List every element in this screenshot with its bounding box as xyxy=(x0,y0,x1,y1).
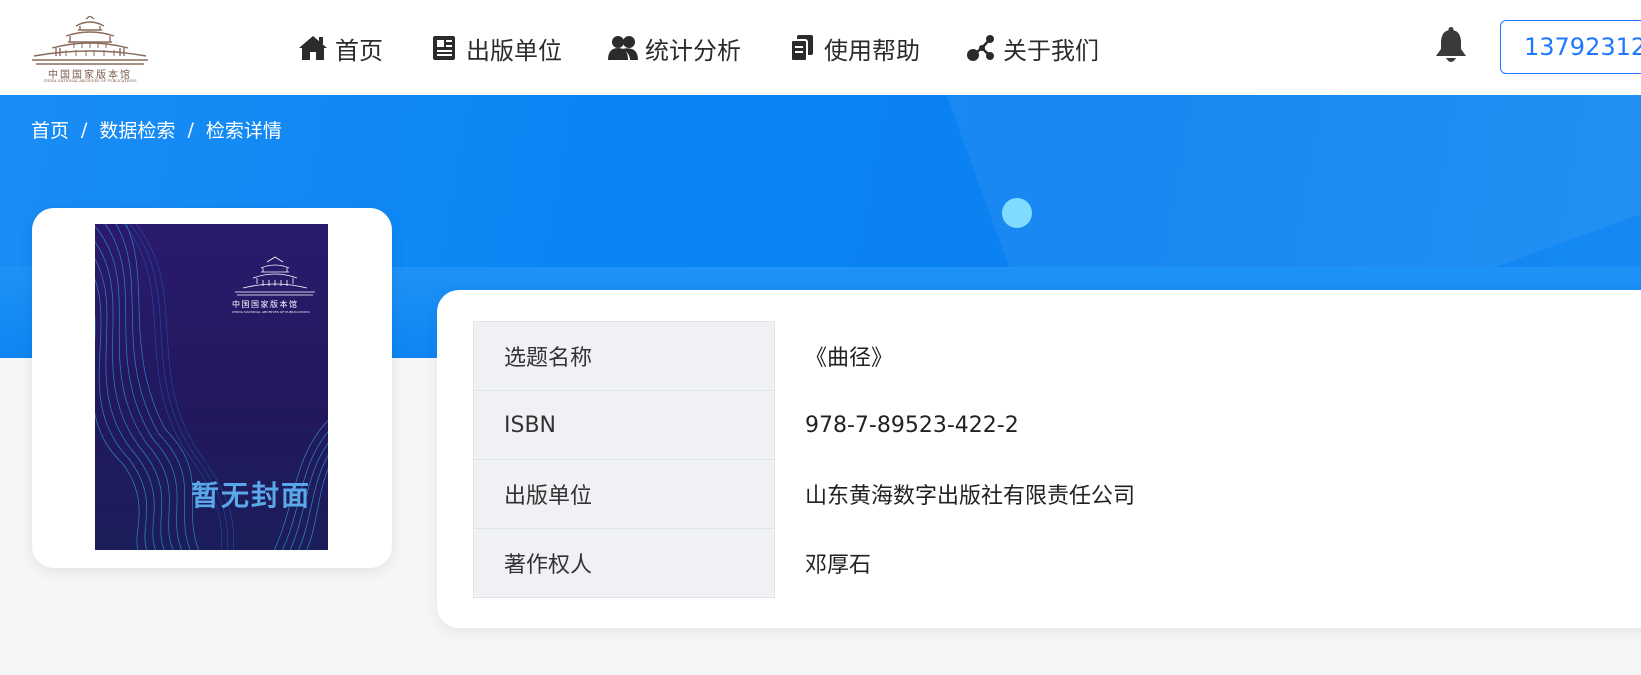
cover-card: 中国国家版本馆 CHINA NATIONAL ARCHIVES OF PUBLI… xyxy=(32,208,392,568)
field-value: 山东黄海数字出版社有限责任公司 xyxy=(805,484,1136,509)
nav-item-label: 统计分析 xyxy=(645,36,741,65)
users-icon xyxy=(608,33,638,63)
breadcrumb-separator: / xyxy=(81,118,88,141)
site-logo[interactable]: 中国国家版本馆 CHINA NATIONAL ARCHIVES OF PUBLI… xyxy=(30,16,150,86)
field-label: 出版单位 xyxy=(473,459,775,529)
banner-dot xyxy=(1002,198,1032,228)
field-value: 978-7-89523-422-2 xyxy=(805,412,1019,438)
field-value: 邓厚石 xyxy=(805,553,872,578)
cover-logo-text-cn: 中国国家版本馆 xyxy=(232,300,299,309)
breadcrumb-item-detail: 检索详情 xyxy=(205,120,282,142)
cover-logo-text-en: CHINA NATIONAL ARCHIVES OF PUBLICATIONS xyxy=(232,310,310,314)
logo-text-en: CHINA NATIONAL ARCHIVES OF PUBLICATIONS xyxy=(43,79,137,83)
nav-item-label: 使用帮助 xyxy=(824,36,920,65)
nav-item-label: 出版单位 xyxy=(466,36,562,65)
field-value: 《曲径》 xyxy=(805,346,894,371)
breadcrumb-item-home[interactable]: 首页 xyxy=(31,116,69,143)
newspaper-icon xyxy=(429,33,459,63)
book-cover-placeholder: 中国国家版本馆 CHINA NATIONAL ARCHIVES OF PUBLI… xyxy=(95,224,328,550)
home-icon xyxy=(298,33,328,63)
top-header: 中国国家版本馆 CHINA NATIONAL ARCHIVES OF PUBLI… xyxy=(0,0,1641,95)
nav-item-label: 首页 xyxy=(335,36,383,65)
breadcrumb-separator: / xyxy=(187,118,194,141)
nav-item-about[interactable]: 关于我们 xyxy=(966,31,1099,66)
nav-item-label: 关于我们 xyxy=(1003,36,1099,65)
page: 中国国家版本馆 CHINA NATIONAL ARCHIVES OF PUBLI… xyxy=(0,0,1641,675)
nav-item-publishers[interactable]: 出版单位 xyxy=(429,31,562,66)
nav-item-help[interactable]: 使用帮助 xyxy=(787,31,920,66)
copy-icon xyxy=(787,33,817,63)
detail-table: 选题名称 《曲径》 ISBN 978-7-89523-422-2 出版单位 山东… xyxy=(473,321,1635,598)
share-nodes-icon xyxy=(966,33,996,63)
main-nav: 首页 出版单位 统计分析 使用帮助 关于我们 xyxy=(298,28,1145,68)
breadcrumb: 首页 / 数据检索 / 检索详情 xyxy=(31,116,282,143)
field-label: 著作权人 xyxy=(473,528,775,598)
bell-icon[interactable] xyxy=(1434,27,1468,65)
table-row: 著作权人 邓厚石 xyxy=(473,528,1635,598)
table-row: 选题名称 《曲径》 xyxy=(473,321,1635,391)
field-label: 选题名称 xyxy=(473,321,775,391)
nav-item-statistics[interactable]: 统计分析 xyxy=(608,31,741,66)
nav-item-home[interactable]: 首页 xyxy=(298,31,383,66)
table-row: ISBN 978-7-89523-422-2 xyxy=(473,390,1635,460)
field-label: ISBN xyxy=(473,390,775,460)
pavilion-logo-icon xyxy=(32,16,148,65)
detail-card: 选题名称 《曲径》 ISBN 978-7-89523-422-2 出版单位 山东… xyxy=(437,290,1641,628)
user-account-button[interactable]: 13792312€ xyxy=(1500,20,1641,74)
no-cover-text: 暂无封面 xyxy=(191,479,312,512)
breadcrumb-item-search[interactable]: 数据检索 xyxy=(99,116,175,143)
table-row: 出版单位 山东黄海数字出版社有限责任公司 xyxy=(473,459,1635,529)
user-phone: 13792312€ xyxy=(1524,33,1641,61)
